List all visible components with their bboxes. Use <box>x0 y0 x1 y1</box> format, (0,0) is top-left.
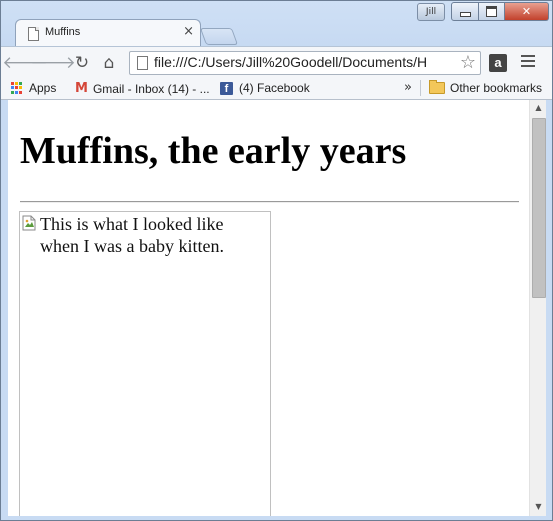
forward-button[interactable]: 🡒 <box>30 51 76 75</box>
scroll-thumb[interactable] <box>532 118 546 298</box>
arrow-right-icon: 🡒 <box>30 53 76 73</box>
divider <box>420 80 421 96</box>
address-bar[interactable]: file:///C:/Users/Jill%20Goodell/Document… <box>129 51 481 75</box>
profile-button[interactable]: Jill <box>417 3 445 21</box>
home-icon: ⌂ <box>103 53 115 73</box>
bookmark-label: (4) Facebook <box>239 81 310 95</box>
broken-image-icon <box>22 215 36 231</box>
scroll-up-icon[interactable]: ▲ <box>530 101 547 115</box>
other-bookmarks[interactable]: Other bookmarks <box>429 80 543 95</box>
tab-muffins[interactable]: Muffins × <box>15 19 201 47</box>
page-heading: Muffins, the early years <box>20 130 407 172</box>
bookmark-label: Apps <box>29 81 57 95</box>
bookmark-star-icon[interactable]: ☆ <box>458 52 478 73</box>
bookmark-label: Gmail - Inbox (14) - ... <box>92 81 210 96</box>
gmail-icon: M <box>75 81 88 96</box>
browser-window: Jill ✕ Muffins × 🡐 🡒 ↻ ⌂ file:///C:/User… <box>0 0 553 521</box>
page-content: Muffins, the early years This is what I … <box>8 100 529 516</box>
amazon-extension-button[interactable]: a <box>489 54 507 72</box>
page-icon <box>137 56 148 70</box>
window-border-right <box>546 100 552 520</box>
close-icon: ✕ <box>521 5 532 18</box>
horizontal-rule <box>20 201 519 203</box>
reload-button[interactable]: ↻ <box>70 51 94 75</box>
minimize-icon <box>459 12 471 17</box>
new-tab-button[interactable] <box>199 28 239 45</box>
bookmark-gmail[interactable]: M Gmail - Inbox (14) - ... <box>75 81 210 96</box>
tab-close-button[interactable]: × <box>183 24 194 39</box>
close-window-button[interactable]: ✕ <box>505 2 549 21</box>
kitten-image: This is what I looked like when I was a … <box>19 211 271 516</box>
url-text: file:///C:/Users/Jill%20Goodell/Document… <box>154 54 428 70</box>
maximize-button[interactable] <box>479 2 505 21</box>
scroll-down-icon[interactable]: ▼ <box>530 500 547 514</box>
home-button[interactable]: ⌂ <box>97 51 121 75</box>
toolbar: 🡐 🡒 ↻ ⌂ file:///C:/Users/Jill%20Goodell/… <box>1 46 552 79</box>
bookmark-apps[interactable]: Apps <box>11 81 56 95</box>
window-controls: ✕ <box>451 2 549 21</box>
page-icon <box>28 27 39 41</box>
image-alt-text: This is what I looked like when I was a … <box>40 214 224 256</box>
vertical-scrollbar[interactable]: ▲ ▼ <box>529 100 547 516</box>
folder-icon <box>429 80 445 94</box>
chrome-menu-button[interactable] <box>521 55 535 69</box>
reload-icon: ↻ <box>74 53 90 73</box>
bookmark-label: Other bookmarks <box>450 81 543 95</box>
bookmark-facebook[interactable]: f (4) Facebook <box>220 81 310 95</box>
maximize-icon <box>486 6 497 17</box>
tab-title: Muffins <box>45 26 81 38</box>
window-border-bottom <box>1 516 552 520</box>
apps-icon <box>11 82 23 94</box>
minimize-button[interactable] <box>451 2 479 21</box>
facebook-icon: f <box>220 81 233 95</box>
bookmarks-bar: Apps M Gmail - Inbox (14) - ... f (4) Fa… <box>1 78 552 100</box>
bookmarks-overflow-button[interactable]: » <box>404 80 412 95</box>
window-border-left <box>1 100 8 520</box>
